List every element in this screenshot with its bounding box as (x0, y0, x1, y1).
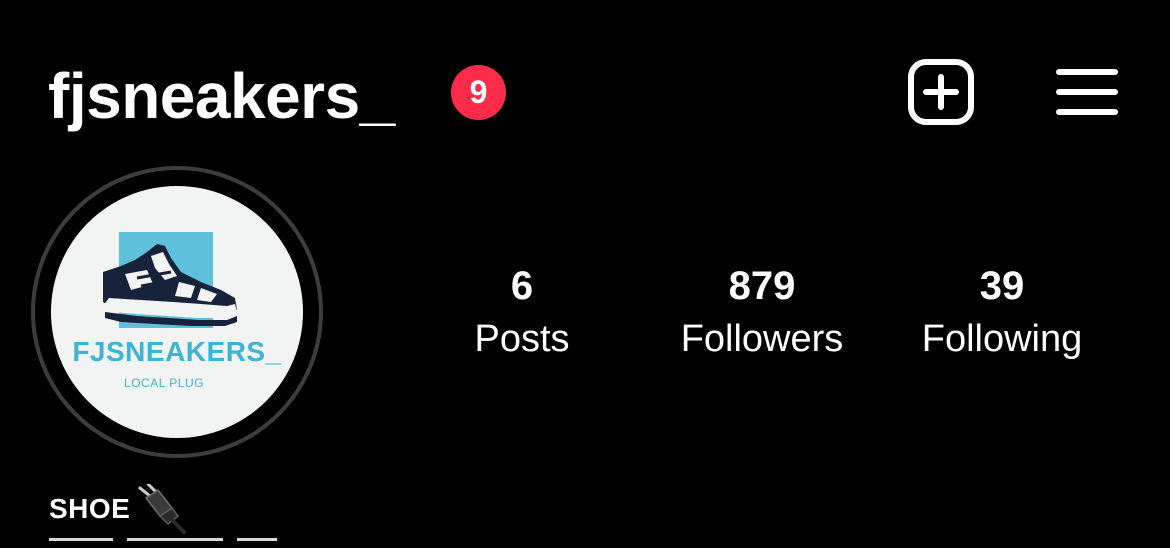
posts-count: 6 (510, 264, 534, 308)
posts-label: Posts (474, 318, 570, 360)
stat-followers[interactable]: 879 Followers (652, 262, 872, 364)
new-post-button[interactable] (907, 58, 975, 126)
notification-badge[interactable]: 9 (451, 65, 506, 120)
stat-following[interactable]: 39 Following (892, 262, 1112, 364)
plus-square-icon (908, 59, 974, 125)
logo-title: FJSNEAKERS_ (72, 336, 282, 367)
profile-stats: 6 Posts 879 Followers 39 Following (420, 262, 1140, 372)
bio-name: SHOE (49, 493, 131, 524)
followers-count: 879 (728, 264, 796, 308)
following-count: 39 (979, 264, 1025, 308)
stat-posts[interactable]: 6 Posts (412, 262, 632, 364)
sneaker-icon (103, 232, 237, 328)
electric-plug-icon (138, 484, 187, 534)
following-label: Following (921, 318, 1083, 360)
logo-subtitle: LOCAL PLUG (124, 376, 204, 390)
bio-cutoff-line (49, 538, 309, 548)
avatar-image: FJSNEAKERS_ LOCAL PLUG (51, 186, 303, 438)
followers-label: Followers (680, 318, 844, 360)
profile-header: fjsneakers_ 9 (0, 0, 1170, 160)
profile-bio: SHOE (49, 484, 188, 534)
menu-button[interactable] (1052, 58, 1122, 126)
hamburger-menu-icon (1056, 69, 1118, 115)
profile-avatar[interactable]: FJSNEAKERS_ LOCAL PLUG (31, 166, 323, 458)
profile-username[interactable]: fjsneakers_ (48, 58, 395, 134)
